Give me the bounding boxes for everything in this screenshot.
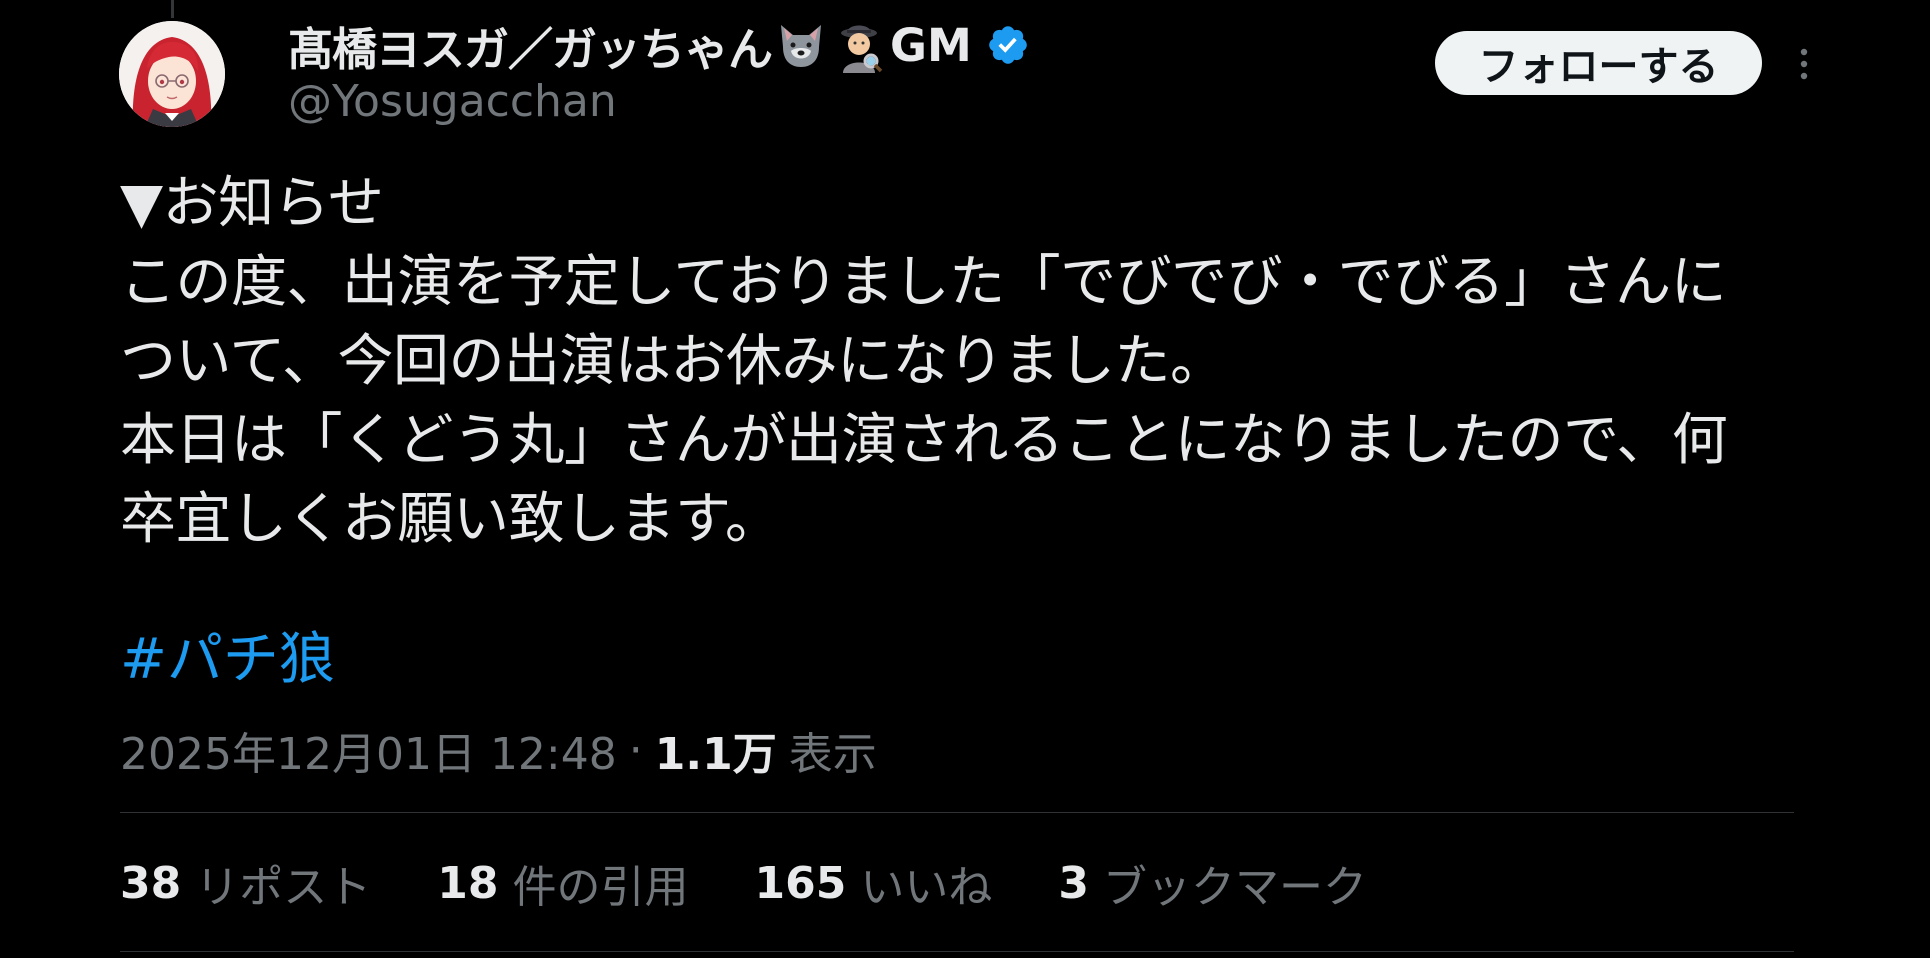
avatar[interactable] <box>119 21 225 127</box>
hashtag-link[interactable]: #パチ狼 <box>120 620 335 699</box>
tweet-body: ▼お知らせ この度、出演を予定しておりました「でびでび・でびる」さんに ついて、… <box>120 164 1800 559</box>
bookmarks-label: ブックマーク <box>1102 862 1367 913</box>
tweet-line: ▼お知らせ <box>120 171 384 236</box>
follow-button[interactable]: フォローする <box>1435 31 1762 95</box>
likes-stat[interactable]: 165 いいね <box>754 851 992 915</box>
engagement-stats: 38 リポスト 18 件の引用 165 いいね 3 ブックマーク <box>120 851 1433 915</box>
tweet-meta: 2025年12月01日 12:48 · 1.1万 表示 <box>120 718 877 782</box>
tweet-line: ついて、今回の出演はお休みになりました。 <box>120 329 1226 394</box>
author-handle[interactable]: @Yosugacchan <box>288 76 617 127</box>
reposts-count: 38 <box>120 857 182 909</box>
tweet-timestamp[interactable]: 2025年12月01日 12:48 <box>120 718 617 782</box>
views-count: 1.1万 <box>654 729 777 780</box>
quotes-label: 件の引用 <box>512 862 689 913</box>
wolf-face-icon <box>773 17 829 73</box>
bottom-divider <box>120 951 1794 952</box>
author-display-name[interactable]: 髙橋ヨスガ／ガッちゃん <box>288 13 773 78</box>
bookmarks-count: 3 <box>1058 857 1089 909</box>
detective-icon <box>831 17 887 73</box>
likes-label: いいね <box>860 862 993 913</box>
avatar-image <box>119 21 225 127</box>
more-vertical-icon <box>1800 48 1808 80</box>
tweet-line: 卒宜しくお願い致します。 <box>120 487 781 552</box>
thread-connector-line <box>171 0 174 18</box>
author-name-suffix[interactable]: GM <box>890 19 972 72</box>
quotes-count: 18 <box>437 857 499 909</box>
tweet-line: 本日は「くどう丸」さんが出演されることになりましたので、何 <box>120 408 1728 473</box>
quotes-stat[interactable]: 18 件の引用 <box>437 851 688 915</box>
verified-badge-icon[interactable] <box>986 23 1030 67</box>
reposts-label: リポスト <box>195 862 372 913</box>
views-label: 表示 <box>788 729 877 780</box>
tweet-line: この度、出演を予定しておりました「でびでび・でびる」さんに <box>120 250 1727 315</box>
meta-separator: · <box>628 724 643 776</box>
author-name-row[interactable]: 髙橋ヨスガ／ガッちゃん GM <box>288 16 1030 76</box>
reposts-stat[interactable]: 38 リポスト <box>120 851 371 915</box>
likes-count: 165 <box>754 857 847 909</box>
more-options-button[interactable] <box>1784 44 1824 84</box>
bookmarks-stat[interactable]: 3 ブックマーク <box>1058 851 1367 915</box>
divider <box>120 812 1794 813</box>
